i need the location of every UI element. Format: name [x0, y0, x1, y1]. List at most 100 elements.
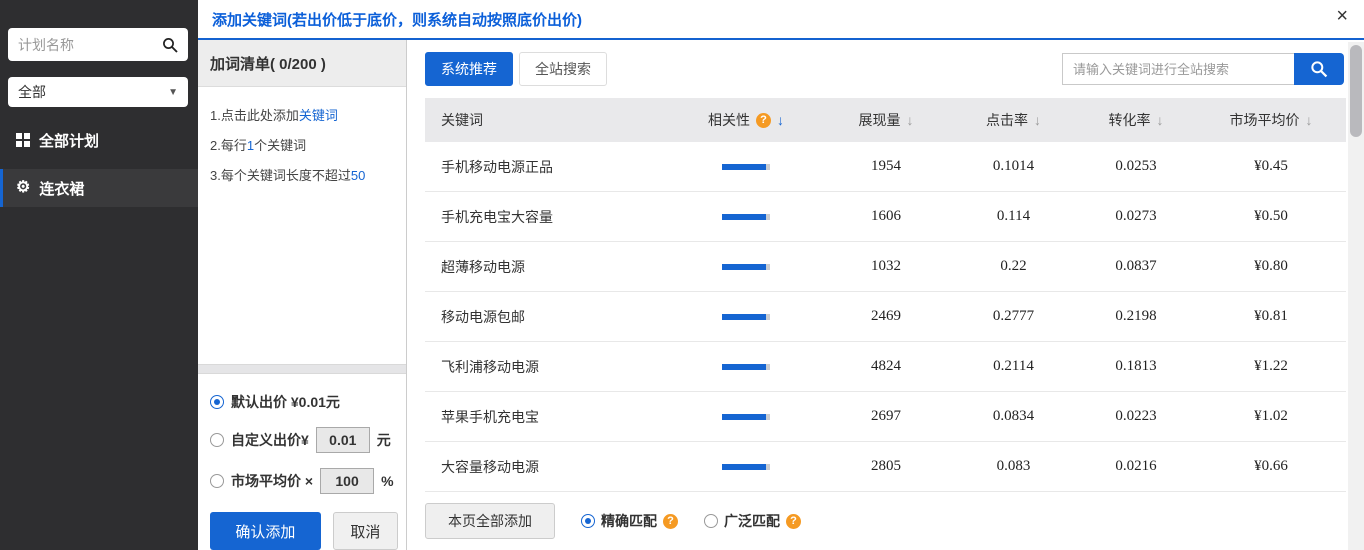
app-root: 全部 ▼ 全部计划 ⚙ 连衣裙 添加关键词(若出价低于底价，则系统自动按照底价出… [0, 0, 1364, 550]
keyword-search-group [1062, 53, 1344, 85]
add-all-button[interactable]: 本页全部添加 [425, 503, 555, 539]
bid-option-label: 默认出价 ¥0.01元 [231, 392, 340, 412]
price-cell: ¥0.81 [1196, 308, 1346, 325]
bid-option-suffix: 元 [377, 430, 391, 450]
plan-filter-dropdown[interactable]: 全部 ▼ [8, 77, 188, 107]
tab-system-recommend[interactable]: 系统推荐 [425, 52, 513, 86]
bid-option-label: 自定义出价¥ [231, 430, 309, 450]
bid-option-default[interactable]: 默认出价 ¥0.01元 [210, 392, 398, 412]
relevance-bar [671, 364, 821, 370]
bid-option-market[interactable]: 市场平均价 × % [210, 468, 398, 494]
price-cell: ¥0.80 [1196, 258, 1346, 275]
grid-icon [16, 133, 30, 147]
sort-down-icon[interactable]: ↓ [777, 112, 784, 128]
table-body: 手机移动电源正品 1954 0.1014 0.0253 ¥0.45 手机充电宝大… [425, 142, 1346, 492]
impressions-cell: 1954 [821, 158, 951, 175]
radio-custom-bid[interactable] [210, 433, 224, 447]
instructions[interactable]: 1.点击此处添加关键词 2.每行1个关键词 3.每个关键词长度不超过50 [198, 87, 406, 205]
cancel-button[interactable]: 取消 [333, 512, 398, 550]
sort-down-icon[interactable]: ↓ [907, 112, 914, 128]
sort-down-icon[interactable]: ↓ [1034, 112, 1041, 128]
sidebar-item-dress-plan[interactable]: ⚙ 连衣裙 [0, 169, 198, 207]
table-row[interactable]: 苹果手机充电宝 2697 0.0834 0.0223 ¥1.02 [425, 392, 1346, 442]
search-icon [1310, 60, 1328, 78]
keyword-cell: 飞利浦移动电源 [425, 357, 671, 377]
relevance-bar [671, 164, 821, 170]
bid-section: 默认出价 ¥0.01元 自定义出价¥ 元 市场平均价 × % [198, 374, 406, 550]
col-market-price[interactable]: 市场平均价 ↓ [1196, 110, 1346, 130]
cvr-cell: 0.2198 [1076, 308, 1196, 325]
relevance-bar [671, 214, 821, 220]
match-option-broad[interactable]: 广泛匹配 ? [704, 511, 801, 531]
col-cvr[interactable]: 转化率 ↓ [1076, 110, 1196, 130]
close-icon[interactable]: × [1336, 6, 1348, 26]
panel-divider [198, 364, 406, 374]
ctr-cell: 0.0834 [951, 408, 1076, 425]
match-option-exact[interactable]: 精确匹配 ? [581, 511, 678, 531]
table-row[interactable]: 大容量移动电源 2805 0.083 0.0216 ¥0.66 [425, 442, 1346, 492]
word-list-panel: 加词清单( 0/200 ) 1.点击此处添加关键词 2.每行1个关键词 3.每个… [198, 40, 407, 550]
table-row[interactable]: 飞利浦移动电源 4824 0.2114 0.1813 ¥1.22 [425, 342, 1346, 392]
relevance-bar [671, 464, 821, 470]
table-row[interactable]: 超薄移动电源 1032 0.22 0.0837 ¥0.80 [425, 242, 1346, 292]
table-row[interactable]: 手机充电宝大容量 1606 0.114 0.0273 ¥0.50 [425, 192, 1346, 242]
scrollbar-thumb[interactable] [1350, 45, 1362, 137]
col-keyword: 关键词 [425, 110, 671, 130]
keyword-cell: 大容量移动电源 [425, 457, 671, 477]
add-keywords-dialog: 添加关键词(若出价低于底价，则系统自动按照底价出价) × 加词清单( 0/200… [198, 0, 1364, 550]
dialog-header: 添加关键词(若出价低于底价，则系统自动按照底价出价) × [198, 0, 1364, 40]
source-tabs: 系统推荐 全站搜索 [425, 52, 607, 86]
keyword-search-button[interactable] [1294, 53, 1344, 85]
help-icon[interactable]: ? [663, 514, 678, 529]
cvr-cell: 0.0223 [1076, 408, 1196, 425]
keyword-content: 系统推荐 全站搜索 关键词 [407, 40, 1364, 550]
search-icon [162, 37, 178, 53]
sidebar-item-label: 全部计划 [39, 130, 99, 151]
instruction-line: 2.每行1个关键词 [210, 131, 394, 161]
keyword-cell: 手机充电宝大容量 [425, 207, 671, 227]
keyword-cell: 苹果手机充电宝 [425, 407, 671, 427]
price-cell: ¥0.45 [1196, 158, 1346, 175]
keyword-cell: 超薄移动电源 [425, 257, 671, 277]
table-row[interactable]: 移动电源包邮 2469 0.2777 0.2198 ¥0.81 [425, 292, 1346, 342]
bid-option-custom[interactable]: 自定义出价¥ 元 [210, 427, 398, 453]
impressions-cell: 2697 [821, 408, 951, 425]
market-percent-input[interactable] [320, 468, 374, 494]
ctr-cell: 0.2114 [951, 358, 1076, 375]
plan-search-box[interactable] [8, 28, 188, 61]
price-cell: ¥0.66 [1196, 458, 1346, 475]
table-header: 关键词 相关性 ? ↓ 展现量 ↓ 点击率 ↓ 转化率 [425, 98, 1346, 142]
radio-exact-match[interactable] [581, 514, 595, 528]
sort-down-icon[interactable]: ↓ [1157, 112, 1164, 128]
keyword-link[interactable]: 关键词 [299, 108, 338, 123]
sidebar-item-all-plans[interactable]: 全部计划 [0, 123, 198, 157]
col-ctr[interactable]: 点击率 ↓ [951, 110, 1076, 130]
plan-search-input[interactable] [18, 37, 162, 53]
help-icon[interactable]: ? [786, 514, 801, 529]
radio-default-bid[interactable] [210, 395, 224, 409]
ctr-cell: 0.2777 [951, 308, 1076, 325]
scrollbar-track[interactable] [1348, 42, 1364, 550]
cvr-cell: 0.0253 [1076, 158, 1196, 175]
keyword-cell: 手机移动电源正品 [425, 157, 671, 177]
table-row[interactable]: 手机移动电源正品 1954 0.1014 0.0253 ¥0.45 [425, 142, 1346, 192]
relevance-bar [671, 264, 821, 270]
keyword-search-input[interactable] [1062, 53, 1294, 85]
help-icon[interactable]: ? [756, 113, 771, 128]
confirm-add-button[interactable]: 确认添加 [210, 512, 321, 550]
sidebar-item-label: 连衣裙 [39, 178, 84, 199]
custom-bid-input[interactable] [316, 427, 370, 453]
keyword-cell: 移动电源包邮 [425, 307, 671, 327]
col-relevance[interactable]: 相关性 ? ↓ [671, 110, 821, 130]
impressions-cell: 1606 [821, 208, 951, 225]
cvr-cell: 0.1813 [1076, 358, 1196, 375]
plan-filter-value: 全部 [18, 82, 46, 102]
price-cell: ¥1.02 [1196, 408, 1346, 425]
col-impressions[interactable]: 展现量 ↓ [821, 110, 951, 130]
radio-market-bid[interactable] [210, 474, 224, 488]
radio-broad-match[interactable] [704, 514, 718, 528]
gear-icon: ⚙ [16, 180, 30, 196]
sort-down-icon[interactable]: ↓ [1306, 112, 1313, 128]
tab-site-search[interactable]: 全站搜索 [519, 52, 607, 86]
word-list-panel-title: 加词清单( 0/200 ) [198, 40, 406, 87]
